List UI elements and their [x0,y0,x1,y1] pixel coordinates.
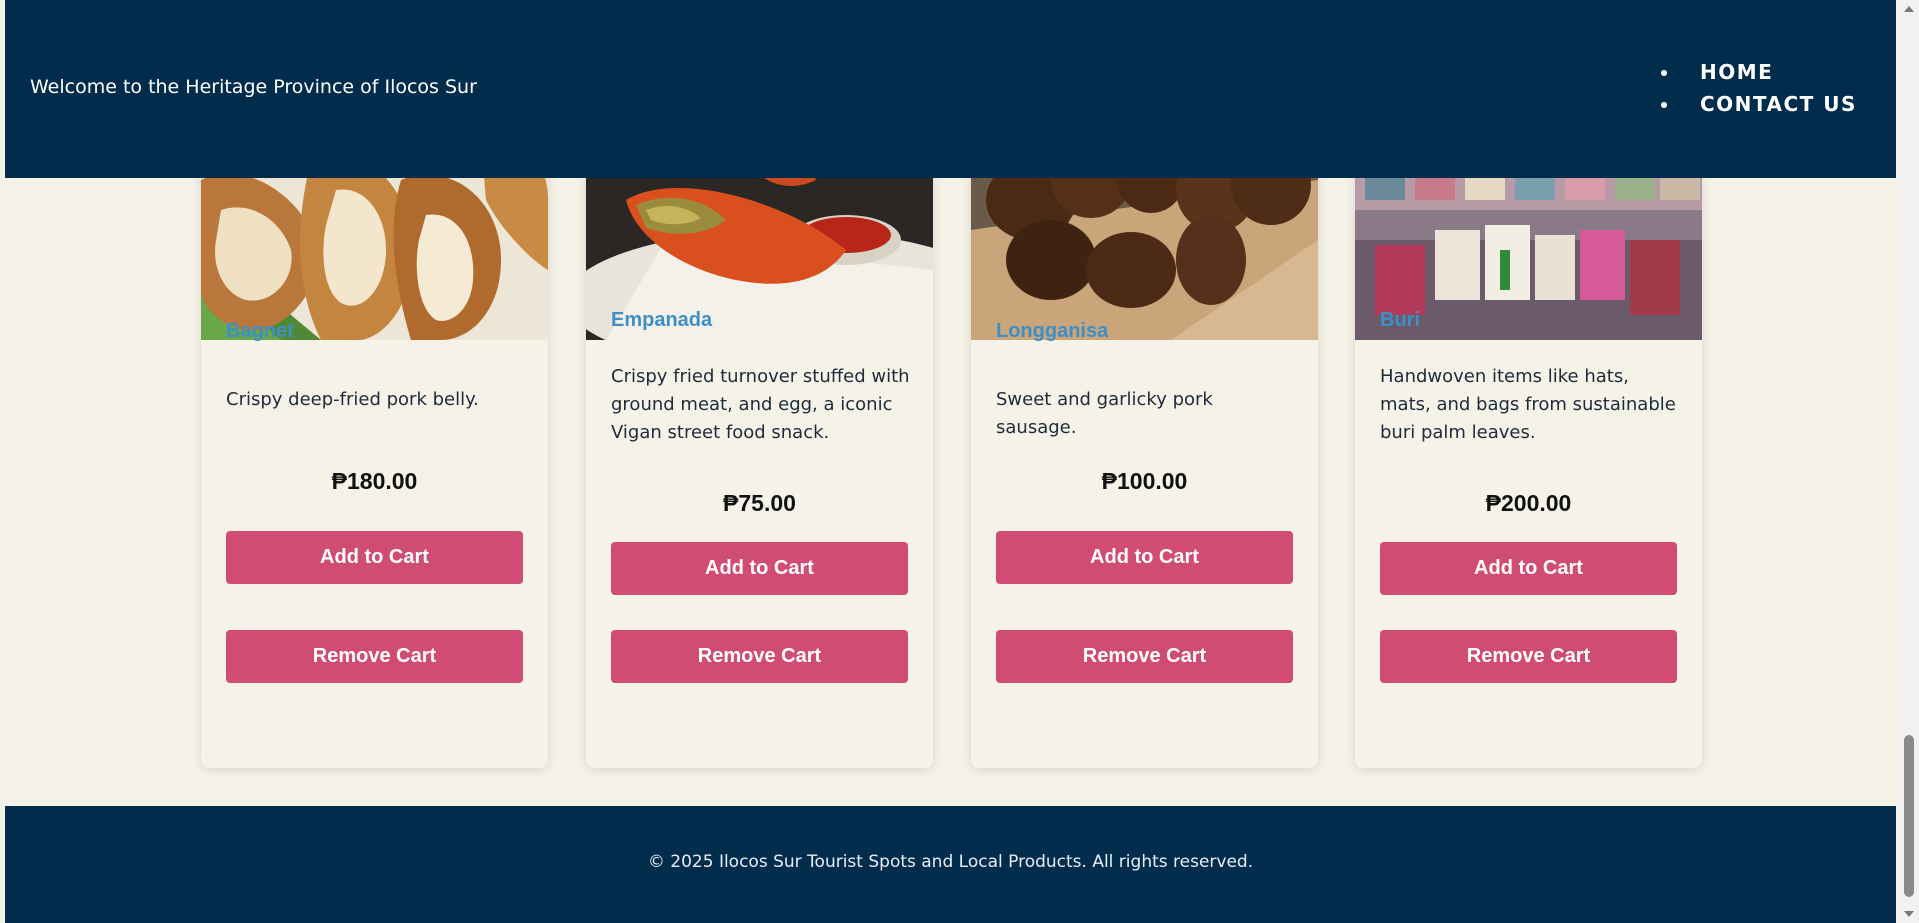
remove-cart-button[interactable]: Remove Cart [1380,630,1677,683]
product-name: Empanada [611,309,713,331]
copyright-text: © 2025 Ilocos Sur Tourist Spots and Loca… [647,852,1254,872]
site-footer: © 2025 Ilocos Sur Tourist Spots and Loca… [5,806,1896,923]
remove-cart-button[interactable]: Remove Cart [611,630,908,683]
scroll-down-icon[interactable] [1904,911,1914,917]
vertical-scrollbar[interactable] [1899,0,1919,923]
welcome-text: Welcome to the Heritage Province of Iloc… [30,76,477,98]
product-price: ₱75.00 [723,490,796,516]
add-to-cart-button[interactable]: Add to Cart [1380,542,1677,595]
scroll-up-icon[interactable] [1904,6,1914,12]
product-name: Buri [1380,309,1420,331]
product-price: ₱200.00 [1485,490,1572,516]
product-price: ₱180.00 [331,468,418,494]
product-card: Empanada Crispy fried turnover stuffed w… [586,120,933,768]
product-description: Crispy fried turnover stuffed with groun… [611,366,910,443]
product-description: Handwoven items like hats, mats, and bag… [1380,366,1676,443]
nav-home-link[interactable]: HOME [1655,60,1857,92]
product-card: Longganisa Sweet and garlicky pork sausa… [971,120,1318,768]
product-description: Crispy deep-fried pork belly. [226,389,479,410]
product-price: ₱100.00 [1101,468,1188,494]
product-card: Buri Handwoven items like hats, mats, an… [1355,120,1702,768]
site-header: Welcome to the Heritage Province of Iloc… [5,0,1896,178]
main-nav: HOME CONTACT US [1655,60,1857,124]
nav-contact-link[interactable]: CONTACT US [1655,92,1857,124]
scrollbar-thumb[interactable] [1904,735,1914,897]
product-name: Bagnet [226,320,294,342]
add-to-cart-button[interactable]: Add to Cart [996,531,1293,584]
product-card: Bagnet Crispy deep-fried pork belly. ₱18… [201,120,548,768]
remove-cart-button[interactable]: Remove Cart [996,630,1293,683]
remove-cart-button[interactable]: Remove Cart [226,630,523,683]
product-description: Sweet and garlicky pork sausage. [996,389,1213,438]
add-to-cart-button[interactable]: Add to Cart [611,542,908,595]
page: Bagnet Crispy deep-fried pork belly. ₱18… [5,0,1896,923]
product-name: Longganisa [996,320,1109,342]
add-to-cart-button[interactable]: Add to Cart [226,531,523,584]
